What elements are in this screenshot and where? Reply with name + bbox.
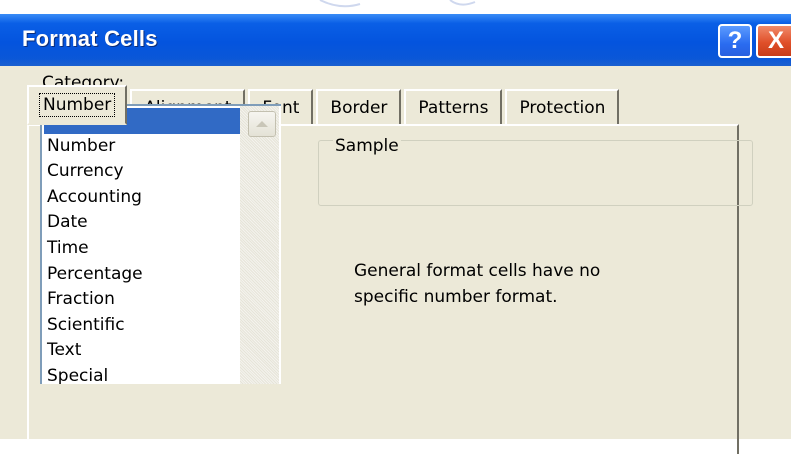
category-item-special[interactable]: Special (44, 364, 240, 384)
tab-border[interactable]: Border (316, 89, 402, 125)
tab-number[interactable]: Number (27, 85, 128, 125)
tab-number-label: Number (38, 93, 116, 117)
category-item-accounting[interactable]: Accounting (44, 185, 240, 211)
tab-strip: Number Alignment Font Border Patterns Pr… (27, 85, 622, 125)
category-item-time[interactable]: Time (44, 236, 240, 262)
tab-protection[interactable]: Protection (505, 89, 620, 125)
category-list: General Number Currency Accounting Date … (44, 108, 240, 384)
category-item-text[interactable]: Text (44, 338, 240, 364)
category-description: General format cells have no specific nu… (354, 261, 601, 307)
scroll-up-arrow-icon (256, 121, 268, 127)
category-item-fraction[interactable]: Fraction (44, 287, 240, 313)
category-item-date[interactable]: Date (44, 210, 240, 236)
tab-border-label: Border (330, 98, 388, 118)
sample-legend: Sample (333, 136, 401, 156)
category-scrollbar[interactable] (240, 106, 279, 384)
tab-protection-label: Protection (519, 98, 606, 118)
close-button[interactable]: X (756, 24, 791, 58)
watermark (300, 0, 560, 14)
category-item-scientific[interactable]: Scientific (44, 313, 240, 339)
help-icon: ? (727, 27, 743, 54)
category-item-percentage[interactable]: Percentage (44, 262, 240, 288)
close-icon: X (767, 27, 784, 54)
tab-patterns[interactable]: Patterns (404, 89, 503, 125)
scroll-up-button[interactable] (248, 111, 276, 137)
tab-patterns-label: Patterns (418, 98, 489, 118)
category-item-number[interactable]: Number (44, 134, 240, 160)
category-listbox[interactable]: General Number Currency Accounting Date … (40, 104, 281, 384)
help-button[interactable]: ? (718, 24, 752, 58)
title-bar[interactable]: Format Cells ? X (0, 14, 791, 66)
window-title: Format Cells (22, 26, 158, 51)
category-item-currency[interactable]: Currency (44, 159, 240, 185)
